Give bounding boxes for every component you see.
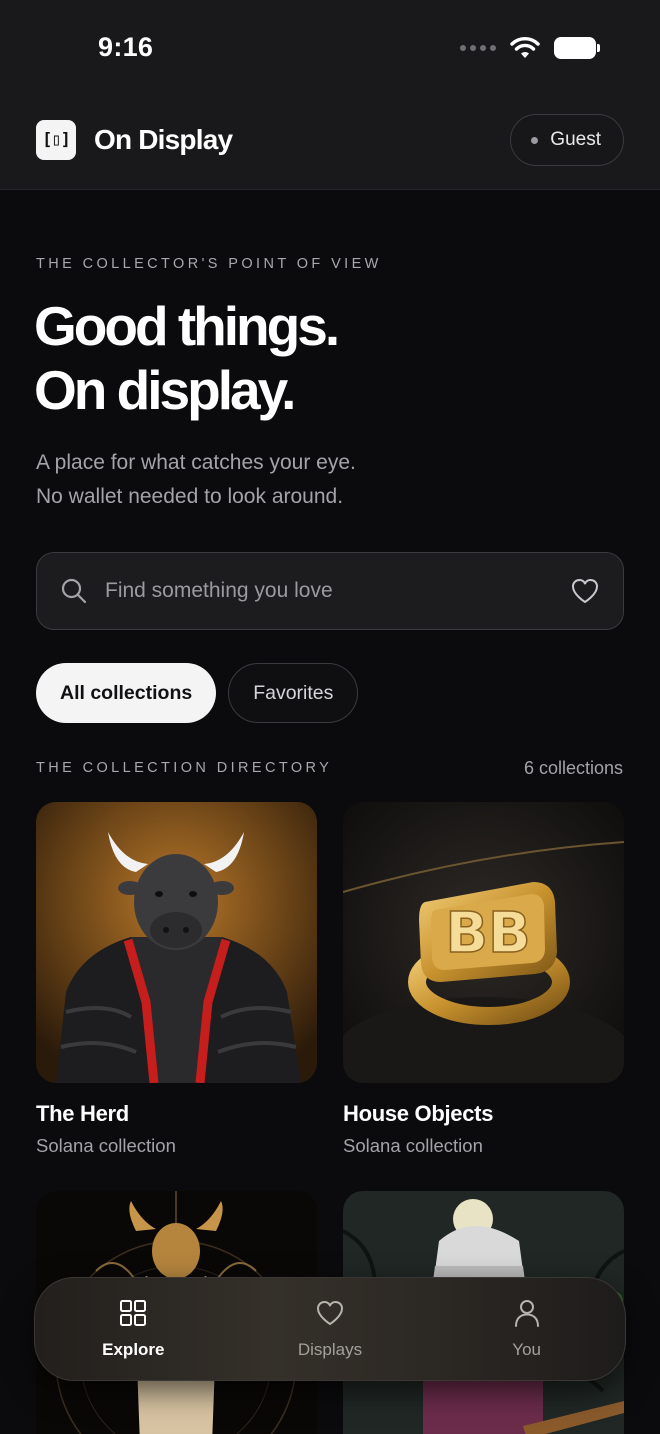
svg-text:BB: BB	[445, 901, 530, 966]
app-header: [▯] On Display Guest	[36, 114, 624, 166]
brand[interactable]: [▯] On Display	[36, 120, 233, 160]
collection-title: The Herd	[36, 1101, 129, 1126]
collection-card-house-objects[interactable]: BB House Objects Solana collection	[343, 802, 624, 1157]
headline-line-2: On display.	[34, 359, 296, 421]
guest-label: Guest	[550, 129, 601, 150]
hero-headline: Good things. On display.	[34, 294, 340, 422]
filter-chips: All collections Favorites	[36, 663, 359, 723]
status-dot-icon	[531, 136, 539, 144]
chip-favorites[interactable]: Favorites	[228, 663, 359, 723]
collection-thumbnail	[36, 802, 317, 1083]
collection-subtitle: Solana collection	[36, 1135, 176, 1156]
heart-icon	[316, 1301, 343, 1325]
tab-label: Explore	[102, 1340, 165, 1359]
directory-label: THE COLLECTION DIRECTORY	[36, 760, 333, 776]
search-input[interactable]	[105, 579, 569, 603]
collection-thumbnail: BB	[343, 802, 624, 1083]
guest-account-button[interactable]: Guest	[510, 114, 624, 166]
bottom-tab-bar: Explore Displays You	[34, 1277, 626, 1381]
cellular-signal-icon	[460, 45, 496, 51]
brand-logo-icon: [▯]	[36, 120, 76, 160]
directory-header: THE COLLECTION DIRECTORY 6 collections	[36, 756, 623, 780]
subtitle-line-2: No wallet needed to look around.	[36, 485, 344, 508]
gold-ring-image: BB	[343, 802, 624, 1083]
person-icon	[514, 1300, 539, 1327]
tab-you[interactable]: You	[447, 1298, 607, 1360]
wifi-icon	[510, 37, 540, 58]
favorites-heart-icon[interactable]	[569, 575, 601, 607]
status-time: 9:16	[98, 32, 154, 62]
status-icons	[460, 36, 600, 60]
tab-explore[interactable]: Explore	[53, 1298, 213, 1360]
tab-displays[interactable]: Displays	[250, 1298, 410, 1360]
hero-eyebrow: THE COLLECTOR'S POINT OF VIEW	[36, 256, 382, 272]
search-icon	[61, 578, 87, 604]
app-screen: 9:16 [▯] On Display Guest THE COLLECTOR'…	[0, 0, 660, 1434]
collection-count: 6 collections	[523, 757, 623, 778]
brand-name: On Display	[94, 124, 233, 155]
tab-label: You	[512, 1340, 541, 1359]
collection-card-the-herd[interactable]: The Herd Solana collection	[36, 802, 317, 1157]
collection-subtitle: Solana collection	[343, 1135, 483, 1156]
hero-subtitle: A place for what catches your eye. No wa…	[36, 446, 356, 514]
search-bar	[36, 552, 624, 630]
subtitle-line-1: A place for what catches your eye.	[36, 451, 356, 474]
battery-icon	[554, 37, 600, 59]
tab-label: Displays	[297, 1340, 363, 1359]
grid-icon	[120, 1300, 147, 1326]
collection-title: House Objects	[343, 1101, 494, 1126]
bull-artwork-image	[36, 802, 317, 1083]
headline-line-1: Good things.	[34, 295, 340, 357]
chip-all-collections[interactable]: All collections	[36, 663, 217, 723]
